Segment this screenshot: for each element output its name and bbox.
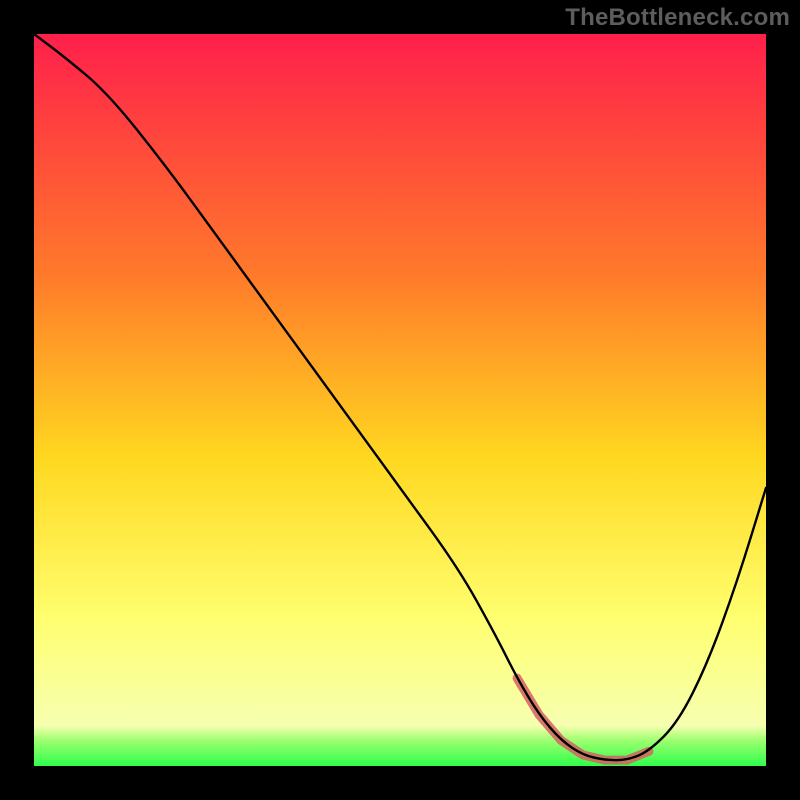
watermark-text: TheBottleneck.com: [565, 4, 790, 32]
chart-frame: TheBottleneck.com: [0, 0, 800, 800]
gradient-rect: [34, 34, 766, 766]
plot-area: [34, 34, 766, 766]
bottleneck-chart: [34, 34, 766, 766]
